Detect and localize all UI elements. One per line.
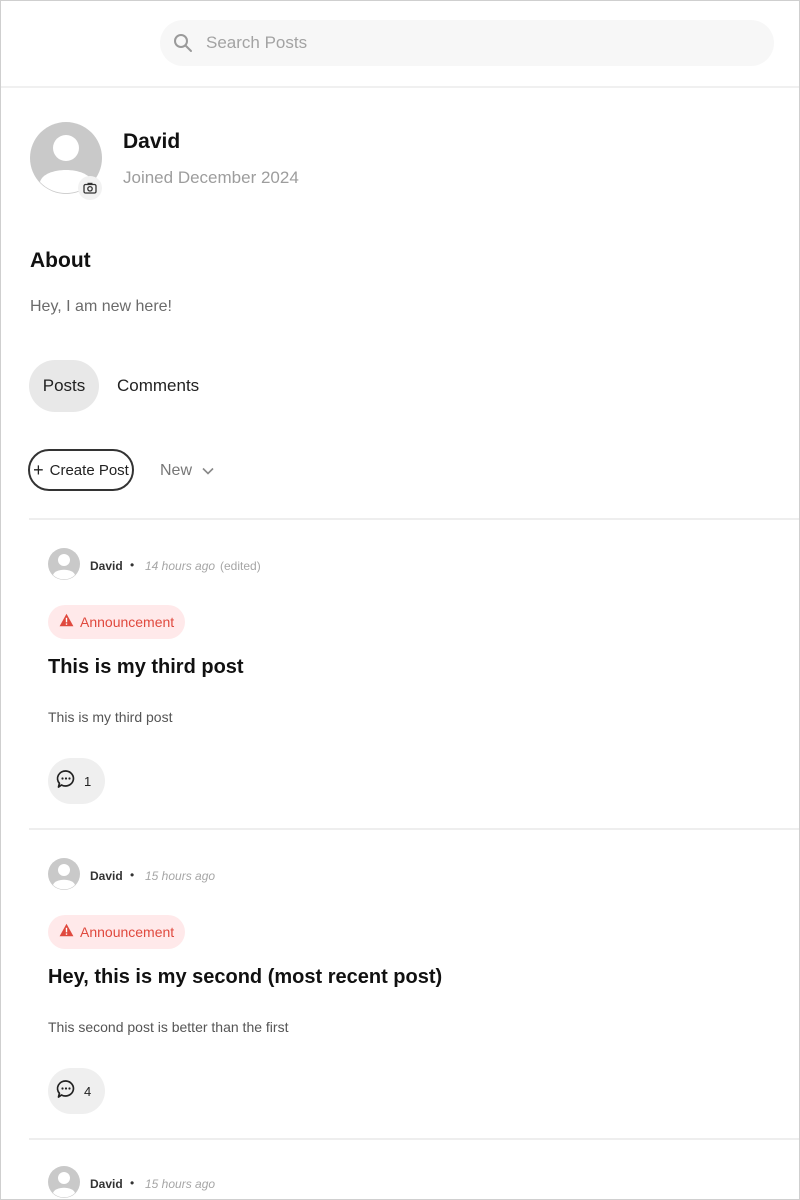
comment-icon <box>56 769 76 794</box>
sort-dropdown[interactable]: New <box>160 462 214 480</box>
comments-button[interactable]: 1 <box>48 758 105 804</box>
sort-label: New <box>160 462 193 479</box>
author-avatar[interactable] <box>48 855 80 893</box>
chevron-down-icon <box>202 462 214 480</box>
top-bar: Search Posts <box>0 0 800 88</box>
create-post-label: Create Post <box>49 461 129 479</box>
author-avatar[interactable] <box>48 1163 80 1200</box>
flair-badge: Announcement <box>48 605 185 639</box>
comments-button[interactable]: 4 <box>48 1068 105 1114</box>
search-icon <box>172 32 194 54</box>
separator-dot: • <box>130 1176 135 1190</box>
post-title[interactable]: Hey, this is my second (most recent post… <box>48 966 442 989</box>
separator-dot: • <box>130 868 135 882</box>
search-placeholder: Search Posts <box>206 33 308 52</box>
create-post-button[interactable]: + Create Post <box>28 449 134 491</box>
post-card[interactable]: David • 14 hours ago (edited) Announceme… <box>0 520 800 830</box>
post-body: This is my third post <box>48 709 173 725</box>
post-title[interactable]: This is my third post <box>48 656 244 679</box>
about-heading: About <box>30 249 91 272</box>
camera-icon[interactable] <box>78 176 102 200</box>
flair-label: Announcement <box>80 924 175 940</box>
separator-dot: • <box>130 558 135 572</box>
comments-count: 1 <box>84 773 92 789</box>
flair-badge: Announcement <box>48 915 185 949</box>
about-text: Hey, I am new here! <box>30 298 172 315</box>
post-card[interactable]: David • 15 hours ago Announcement Hey, t… <box>0 830 800 1140</box>
warning-icon <box>59 613 74 632</box>
post-body: This second post is better than the firs… <box>48 1019 289 1035</box>
profile-avatar[interactable] <box>30 112 104 206</box>
post-time: 15 hours ago <box>145 1177 216 1191</box>
author-avatar[interactable] <box>48 545 80 583</box>
profile-name: David <box>123 130 181 153</box>
tab-comments[interactable]: Comments <box>117 376 199 396</box>
post-author[interactable]: David <box>90 1177 123 1191</box>
post-author[interactable]: David <box>90 559 123 573</box>
comments-count: 4 <box>84 1083 92 1099</box>
search-input[interactable]: Search Posts <box>160 20 774 66</box>
post-author[interactable]: David <box>90 869 123 883</box>
warning-icon <box>59 923 74 942</box>
edited-label: (edited) <box>220 559 261 573</box>
post-time: 14 hours ago <box>145 559 216 573</box>
post-time: 15 hours ago <box>145 869 216 883</box>
flair-label: Announcement <box>80 614 175 630</box>
joined-date: Joined December 2024 <box>123 168 299 187</box>
post-card[interactable]: David • 15 hours ago <box>0 1140 800 1200</box>
plus-icon: + <box>33 460 44 480</box>
comment-icon <box>56 1079 76 1104</box>
tab-posts[interactable]: Posts <box>29 360 99 412</box>
